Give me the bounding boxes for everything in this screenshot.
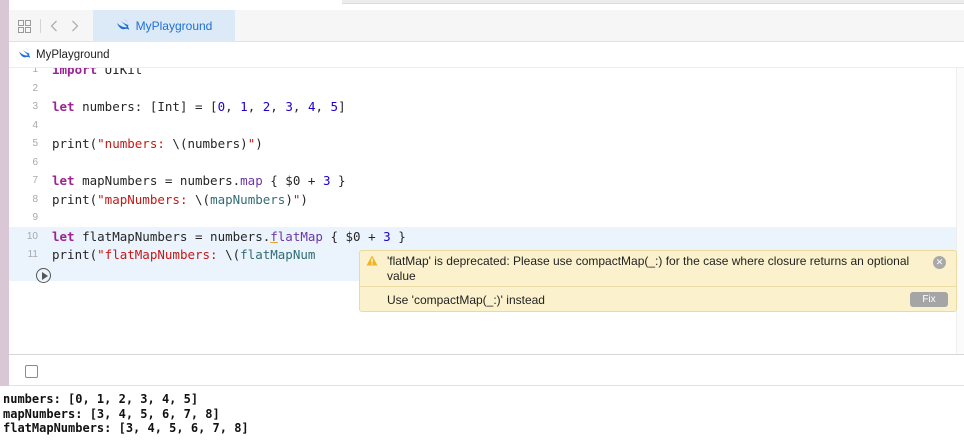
line-number: 1 bbox=[32, 68, 38, 75]
code-token: let bbox=[52, 98, 75, 114]
code-token: flatMapNumbers = numbers. bbox=[74, 228, 271, 244]
warning-message: 'flatMap' is deprecated: Please use comp… bbox=[387, 254, 910, 283]
fix-it-row[interactable]: Use 'compactMap(_:)' instead Fix bbox=[360, 288, 956, 312]
line-number: 10 bbox=[26, 230, 38, 242]
code-token: ) bbox=[300, 191, 308, 207]
chevron-left-icon[interactable] bbox=[47, 10, 61, 42]
code-token: 1 bbox=[240, 98, 248, 114]
code-token: , bbox=[247, 98, 263, 114]
toolbar-remnant bbox=[342, 0, 964, 4]
console-toggle-checkbox[interactable] bbox=[25, 365, 38, 378]
line-number: 11 bbox=[27, 248, 38, 260]
code-token: numbers: [Int] = [ bbox=[74, 98, 218, 114]
warning-message-row: 'flatMap' is deprecated: Please use comp… bbox=[360, 251, 956, 287]
code-token: "flatMapNumbers: bbox=[97, 246, 226, 262]
line-number: 4 bbox=[32, 119, 38, 131]
toolbar-divider bbox=[40, 19, 41, 33]
line-number: 9 bbox=[32, 211, 38, 223]
tab-bar: MyPlayground bbox=[9, 10, 964, 42]
line-number: 6 bbox=[32, 156, 38, 168]
code-token: mapNumbers = numbers. bbox=[74, 172, 241, 188]
code-token: \( bbox=[225, 246, 241, 262]
code-token: 0 bbox=[217, 98, 226, 114]
code-token: let bbox=[52, 228, 75, 244]
code-token: ] bbox=[338, 98, 346, 114]
line-number: 2 bbox=[32, 82, 38, 94]
console-line: mapNumbers: [3, 4, 5, 6, 7, 8] bbox=[3, 406, 220, 421]
code-token: print( bbox=[52, 135, 98, 151]
code-token: let bbox=[52, 172, 75, 188]
code-token: , bbox=[315, 98, 331, 114]
console-line: flatMapNumbers: [3, 4, 5, 6, 7, 8] bbox=[3, 421, 249, 435]
code-token: UIKit bbox=[97, 68, 143, 77]
code-token: } bbox=[390, 228, 406, 244]
breadcrumb[interactable]: MyPlayground bbox=[9, 42, 964, 68]
console-line: numbers: [0, 1, 2, 3, 4, 5] bbox=[3, 392, 199, 406]
code-token: ) bbox=[285, 191, 293, 207]
warning-icon bbox=[366, 255, 378, 266]
code-line: 7 let mapNumbers = numbers.map { $0 + 3 … bbox=[9, 171, 956, 189]
code-token: 3 bbox=[383, 228, 391, 244]
code-token-warning: f bbox=[270, 228, 278, 244]
tab-label: MyPlayground bbox=[135, 19, 213, 33]
swift-icon bbox=[18, 48, 31, 61]
code-token: } bbox=[330, 172, 346, 188]
code-line-current: 10 let flatMapNumbers = numbers.flatMap … bbox=[9, 227, 956, 246]
editor-scrollbar[interactable] bbox=[956, 68, 964, 354]
code-line: 3 let numbers: [Int] = [0, 1, 2, 3, 4, 5… bbox=[9, 97, 956, 115]
code-token: latMap bbox=[277, 228, 323, 244]
code-token: "mapNumbers: bbox=[97, 191, 195, 207]
code-token: flatMapNum bbox=[240, 246, 316, 262]
close-icon[interactable]: ✕ bbox=[933, 256, 946, 269]
code-token: import bbox=[52, 68, 98, 77]
swift-icon bbox=[116, 19, 130, 33]
code-line: 5 print("numbers: \(numbers)") bbox=[9, 134, 956, 152]
code-token: map bbox=[240, 172, 263, 188]
code-token: \(numbers) bbox=[172, 135, 248, 151]
code-line: 6 bbox=[9, 153, 956, 171]
code-token: 5 bbox=[330, 98, 339, 114]
console-output: numbers: [0, 1, 2, 3, 4, 5] mapNumbers: … bbox=[0, 386, 964, 446]
breadcrumb-label: MyPlayground bbox=[36, 48, 110, 61]
window-edge-strip bbox=[0, 0, 9, 446]
code-token: \( bbox=[195, 191, 211, 207]
chevron-right-icon[interactable] bbox=[68, 10, 82, 42]
tab-myplayground[interactable]: MyPlayground bbox=[93, 10, 235, 42]
play-icon[interactable] bbox=[36, 268, 51, 283]
code-token: print( bbox=[52, 246, 98, 262]
debug-bar bbox=[9, 354, 964, 386]
line-number: 7 bbox=[32, 174, 38, 186]
code-line: 2 bbox=[9, 79, 956, 97]
code-token: , bbox=[270, 98, 286, 114]
line-number: 3 bbox=[32, 100, 38, 112]
code-token: ) bbox=[255, 135, 263, 151]
code-token: "numbers: bbox=[97, 135, 173, 151]
line-number: 8 bbox=[32, 193, 38, 205]
code-line: 9 bbox=[9, 208, 956, 226]
warning-popover: 'flatMap' is deprecated: Please use comp… bbox=[359, 250, 957, 312]
code-line: 1 import UIKit bbox=[9, 68, 956, 78]
code-line: 4 bbox=[9, 116, 956, 134]
code-token: { $0 + bbox=[322, 228, 384, 244]
code-token: { $0 + bbox=[262, 172, 323, 188]
line-number: 5 bbox=[32, 137, 38, 149]
grid-icon[interactable] bbox=[15, 10, 33, 42]
code-token: , bbox=[225, 98, 241, 114]
code-token: print( bbox=[52, 191, 98, 207]
fix-button[interactable]: Fix bbox=[910, 292, 948, 307]
code-token: mapNumbers bbox=[210, 191, 286, 207]
fix-it-label: Use 'compactMap(_:)' instead bbox=[387, 293, 545, 307]
code-token: 3 bbox=[285, 98, 293, 114]
code-token: , bbox=[292, 98, 308, 114]
code-line: 8 print("mapNumbers: \(mapNumbers)") bbox=[9, 190, 956, 208]
